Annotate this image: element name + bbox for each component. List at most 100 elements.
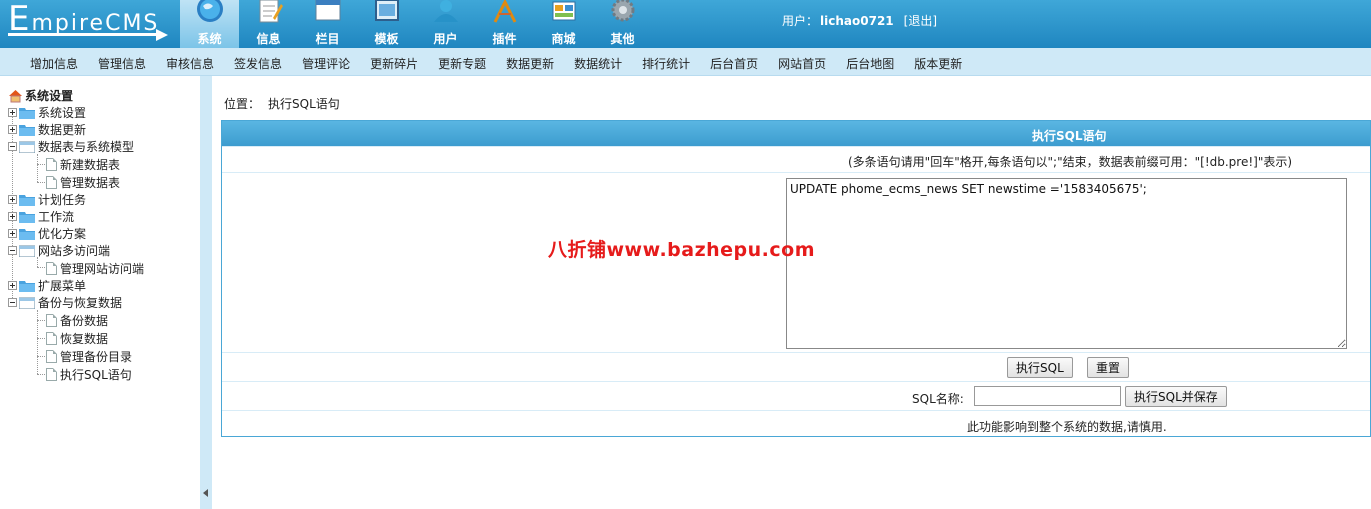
expand-icon[interactable] <box>8 108 17 117</box>
tree-item-label: 工作流 <box>38 210 75 224</box>
collapse-icon[interactable] <box>8 298 17 307</box>
collapse-icon[interactable] <box>8 246 17 255</box>
user-prefix: 用户： <box>782 14 819 28</box>
tree-item-tables-models[interactable]: 数据表与系统模型 <box>8 138 134 155</box>
tree-item-execute-sql[interactable]: 执行SQL语句 <box>46 366 132 383</box>
sql-textarea[interactable]: UPDATE phome_ecms_news SET newstime ='15… <box>786 178 1347 349</box>
tree-item-new-table[interactable]: 新建数据表 <box>46 156 120 173</box>
nav-user[interactable]: 用户 <box>416 0 475 48</box>
reset-button[interactable]: 重置 <box>1087 357 1130 378</box>
user-name: lichao0721 <box>820 14 894 28</box>
tree-item-manage-access[interactable]: 管理网站访问端 <box>46 260 144 277</box>
nav-column[interactable]: 栏目 <box>298 0 357 48</box>
window-icon <box>315 0 341 21</box>
tree-item-label: 管理数据表 <box>60 176 121 190</box>
tree-root-label: 系统设置 <box>25 89 74 103</box>
logout-link[interactable]: [退出] <box>904 14 937 28</box>
execute-sql-panel: 执行SQL语句 (多条语句请用"回车"格开,每条语句以";"结束，数据表前缀可用… <box>221 120 1371 437</box>
document-icon <box>46 176 57 189</box>
tree-item-label: 数据更新 <box>38 123 87 137</box>
submenu-manage-comments[interactable]: 管理评论 <box>302 55 350 72</box>
submenu-review-info[interactable]: 审核信息 <box>166 55 214 72</box>
tree-item-optimization[interactable]: 优化方案 <box>8 225 86 242</box>
collapse-left-icon[interactable] <box>203 489 208 497</box>
sql-name-label: SQL名称: <box>912 392 964 406</box>
document-icon <box>46 262 57 275</box>
sidebar-splitter[interactable] <box>200 76 212 509</box>
submenu-rank-stats[interactable]: 排行统计 <box>642 55 690 72</box>
breadcrumb-current[interactable]: 执行SQL语句 <box>268 97 340 111</box>
tree-item-system-settings[interactable]: 系统设置 <box>8 104 86 121</box>
panel-title: 执行SQL语句 <box>1032 129 1107 143</box>
home-icon <box>9 89 22 102</box>
submenu-update-fragments[interactable]: 更新碎片 <box>370 55 418 72</box>
tree-item-workflow[interactable]: 工作流 <box>8 208 74 225</box>
tree-item-label: 执行SQL语句 <box>60 368 132 382</box>
nav-other[interactable]: 其他 <box>593 0 652 48</box>
submenu-sign-info[interactable]: 签发信息 <box>234 55 282 72</box>
tree-item-backup-data[interactable]: 备份数据 <box>46 312 108 329</box>
expand-icon[interactable] <box>8 281 17 290</box>
submenu-admin-home[interactable]: 后台首页 <box>710 55 758 72</box>
expand-icon[interactable] <box>8 125 17 134</box>
tree-item-extend-menu[interactable]: 扩展菜单 <box>8 277 86 294</box>
user-info: 用户： lichao0721 [退出] <box>782 12 937 29</box>
execute-sql-button[interactable]: 执行SQL <box>1007 357 1073 378</box>
nav-label: 信息 <box>256 32 281 46</box>
folder-icon <box>19 280 35 292</box>
nav-template[interactable]: 模板 <box>357 0 416 48</box>
execute-and-save-button[interactable]: 执行SQL并保存 <box>1125 386 1227 407</box>
folder-open-icon <box>19 245 35 257</box>
submenu-version-update[interactable]: 版本更新 <box>914 55 962 72</box>
tree-item-manage-backup-dir[interactable]: 管理备份目录 <box>46 348 132 365</box>
folder-icon <box>19 107 35 119</box>
folder-icon <box>19 211 35 223</box>
main-nav: 系统 信息 栏目 模板 用户 插件 商城 其他 <box>180 0 652 48</box>
expand-icon[interactable] <box>8 212 17 221</box>
tools-icon <box>493 0 517 23</box>
tree-item-label: 新建数据表 <box>60 158 121 172</box>
nav-label: 插件 <box>492 32 517 46</box>
tree-item-data-update[interactable]: 数据更新 <box>8 121 86 138</box>
breadcrumb: 位置： 执行SQL语句 <box>224 95 340 112</box>
template-icon <box>375 0 399 21</box>
submenu-update-topics[interactable]: 更新专题 <box>438 55 486 72</box>
warning-text: 此功能影响到整个系统的数据,请慎用. <box>967 420 1167 434</box>
hint-row: (多条语句请用"回车"格开,每条语句以";"结束，数据表前缀可用："[!db.p… <box>222 146 1370 172</box>
document-icon <box>46 332 57 345</box>
tree-item-label: 备份数据 <box>60 314 109 328</box>
notepad-icon <box>259 0 283 23</box>
submenu-data-update[interactable]: 数据更新 <box>506 55 554 72</box>
tree-item-multi-access[interactable]: 网站多访问端 <box>8 242 110 259</box>
tree-item-label: 系统设置 <box>38 106 87 120</box>
tree-item-label: 优化方案 <box>38 227 87 241</box>
submenu-add-info[interactable]: 增加信息 <box>30 55 78 72</box>
sql-name-row: SQL名称: 执行SQL并保存 <box>222 381 1370 410</box>
collapse-icon[interactable] <box>8 142 17 151</box>
nav-system[interactable]: 系统 <box>180 0 239 48</box>
logo-arrow-icon <box>156 29 168 41</box>
tree-item-label: 计划任务 <box>38 193 87 207</box>
submenu-admin-map[interactable]: 后台地图 <box>846 55 894 72</box>
nav-shop[interactable]: 商城 <box>534 0 593 48</box>
submenu-data-stats[interactable]: 数据统计 <box>574 55 622 72</box>
tree-item-label: 备份与恢复数据 <box>38 296 123 310</box>
nav-plugin[interactable]: 插件 <box>475 0 534 48</box>
submenu-site-home[interactable]: 网站首页 <box>778 55 826 72</box>
tree-item-scheduled-tasks[interactable]: 计划任务 <box>8 191 86 208</box>
sidebar-tree: 系统设置 系统设置 数据更新 数据表与系统模型 新建数据表 管理数据表 计划任务 <box>0 76 200 509</box>
sql-name-input[interactable] <box>974 386 1121 406</box>
submenu-manage-info[interactable]: 管理信息 <box>98 55 146 72</box>
expand-icon[interactable] <box>8 229 17 238</box>
logo: EmpireCMS <box>0 0 175 48</box>
nav-label: 系统 <box>197 32 222 46</box>
gear-icon <box>611 0 635 22</box>
tree-item-backup-restore[interactable]: 备份与恢复数据 <box>8 294 122 311</box>
tree-item-restore-data[interactable]: 恢复数据 <box>46 330 108 347</box>
document-icon <box>46 368 57 381</box>
expand-icon[interactable] <box>8 195 17 204</box>
tree-item-manage-tables[interactable]: 管理数据表 <box>46 174 120 191</box>
nav-info[interactable]: 信息 <box>239 0 298 48</box>
tree-item-label: 管理备份目录 <box>60 350 133 364</box>
tree-root[interactable]: 系统设置 <box>8 87 73 104</box>
